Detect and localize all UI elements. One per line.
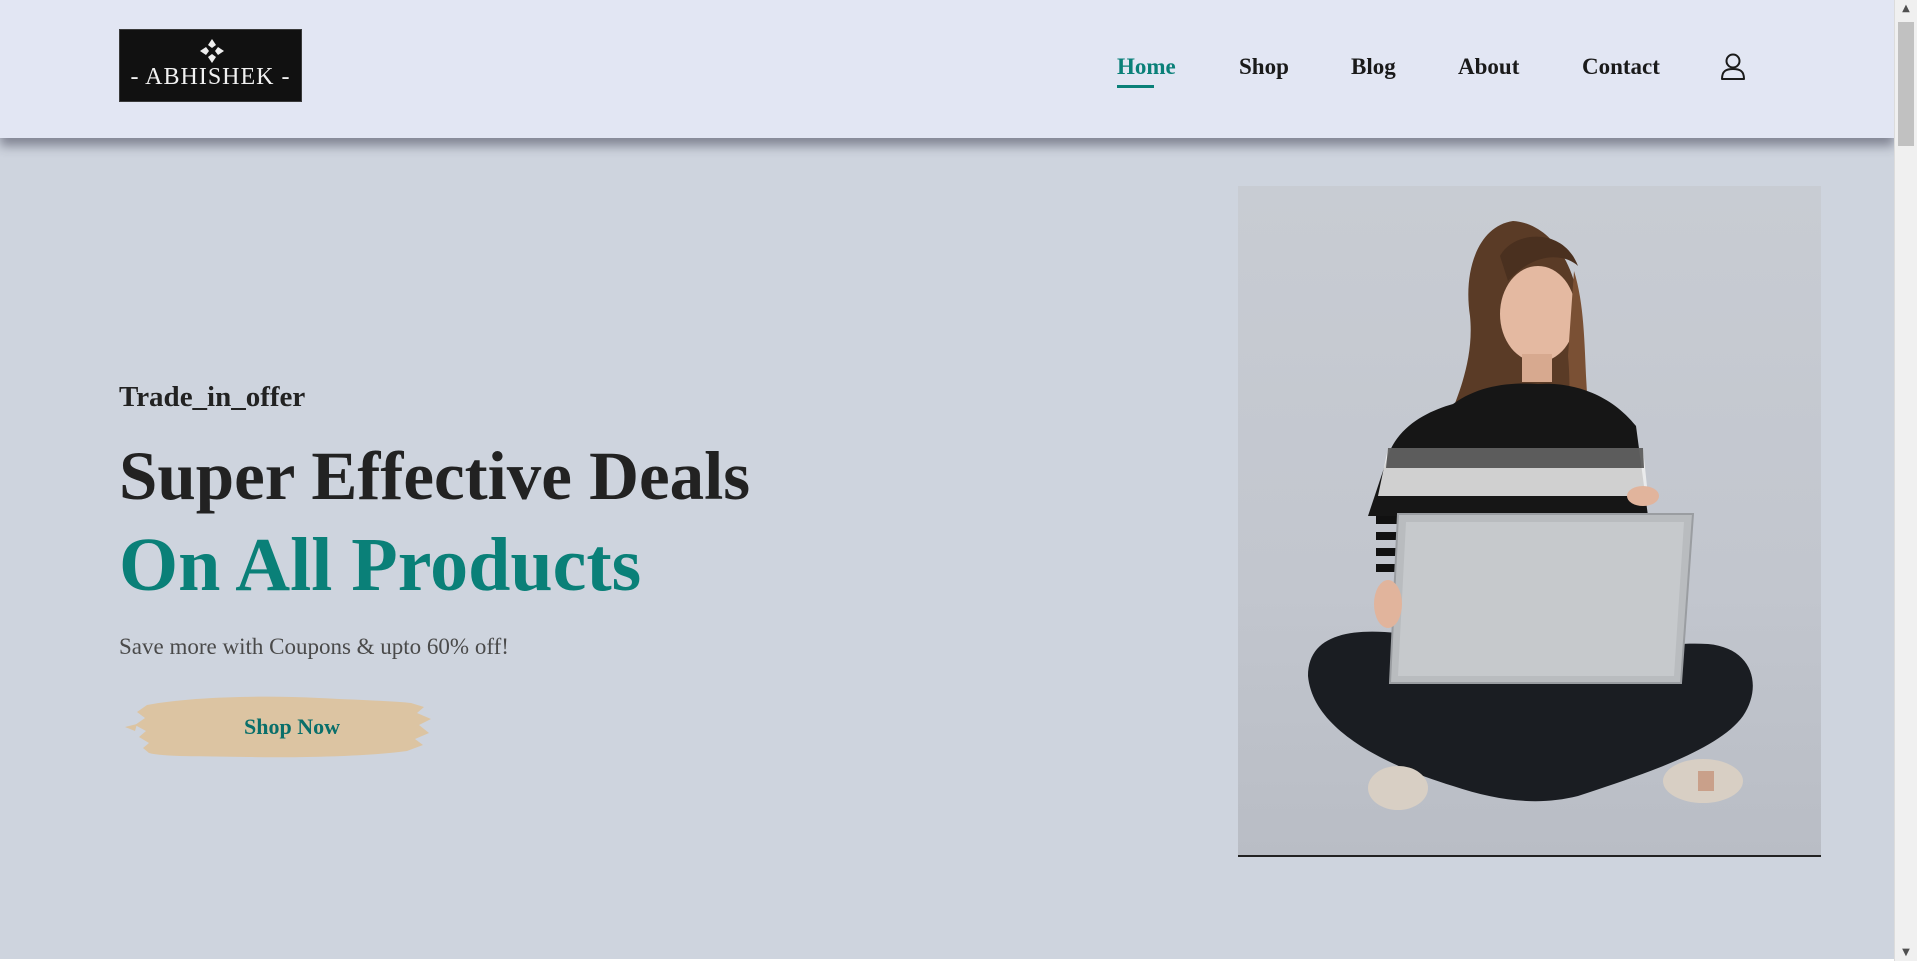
hero-subtitle: Trade_in_offer <box>119 381 306 413</box>
nav-home[interactable]: Home <box>1117 54 1176 88</box>
shop-now-label: Shop Now <box>244 714 340 739</box>
main-nav: Home Shop Blog About Contact <box>0 54 1894 94</box>
hero-title: Super Effective Deals <box>119 438 751 514</box>
scrollbar-thumb[interactable] <box>1898 22 1914 146</box>
vertical-scrollbar[interactable]: ▲ ▼ <box>1894 0 1917 961</box>
nav-contact[interactable]: Contact <box>1582 54 1660 80</box>
site-header: - ABHISHEK - Home Shop Blog About Contac… <box>0 0 1894 138</box>
nav-home-label: Home <box>1117 54 1176 79</box>
woman-with-laptop-illustration <box>1308 221 1753 810</box>
nav-active-underline <box>1117 85 1154 88</box>
hero-title-highlight: On All Products <box>119 523 642 607</box>
nav-blog-label: Blog <box>1351 54 1396 79</box>
nav-contact-label: Contact <box>1582 54 1660 79</box>
scroll-up-arrow-icon[interactable]: ▲ <box>1895 0 1917 17</box>
page: - ABHISHEK - Home Shop Blog About Contac… <box>0 0 1894 959</box>
hero-description: Save more with Coupons & upto 60% off! <box>119 634 509 659</box>
hero-image <box>1238 186 1821 857</box>
nav-shop-label: Shop <box>1239 54 1289 79</box>
nav-about[interactable]: About <box>1458 54 1519 80</box>
user-icon[interactable] <box>1720 53 1746 81</box>
nav-blog[interactable]: Blog <box>1351 54 1396 80</box>
nav-about-label: About <box>1458 54 1520 79</box>
scroll-down-arrow-icon[interactable]: ▼ <box>1895 944 1917 961</box>
shop-now-button[interactable]: Shop Now <box>119 693 435 763</box>
nav-shop[interactable]: Shop <box>1239 54 1289 80</box>
